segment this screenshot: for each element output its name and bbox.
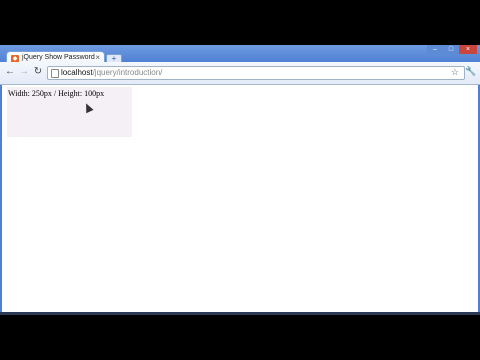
maximize-button[interactable]: □ bbox=[443, 45, 459, 54]
page-content: Width: 250px / Height: 100px bbox=[0, 85, 480, 315]
address-bar[interactable]: localhost/jquery/introduction/ ☆ bbox=[47, 66, 465, 80]
star-icon[interactable]: ☆ bbox=[451, 67, 459, 78]
back-arrow-icon[interactable]: ← bbox=[4, 66, 16, 78]
url-host: localhost bbox=[61, 68, 93, 77]
wrench-icon[interactable]: 🔧 bbox=[465, 66, 476, 77]
page-icon bbox=[51, 69, 59, 78]
minimize-button[interactable]: – bbox=[427, 45, 443, 54]
title-bar: ◆ jQuery Show Password × + – □ × bbox=[0, 45, 480, 66]
url-path: /jquery/introduction/ bbox=[92, 68, 163, 77]
forward-arrow-icon[interactable]: → bbox=[18, 66, 30, 78]
browser-window: ◆ jQuery Show Password × + – □ × ← → ↻ l… bbox=[0, 45, 480, 315]
url-text: localhost/jquery/introduction/ bbox=[61, 68, 162, 77]
close-window-button[interactable]: × bbox=[459, 45, 477, 54]
reload-icon[interactable]: ↻ bbox=[32, 66, 44, 78]
mouse-cursor-icon bbox=[82, 101, 94, 114]
tab-close-icon[interactable]: × bbox=[95, 53, 100, 62]
demo-box: Width: 250px / Height: 100px bbox=[7, 87, 132, 137]
taskbar bbox=[0, 312, 480, 315]
tab-title: jQuery Show Password bbox=[22, 54, 95, 61]
demo-box-text: Width: 250px / Height: 100px bbox=[8, 89, 105, 98]
browser-toolbar: ← → ↻ localhost/jquery/introduction/ ☆ 🔧 bbox=[0, 62, 480, 85]
